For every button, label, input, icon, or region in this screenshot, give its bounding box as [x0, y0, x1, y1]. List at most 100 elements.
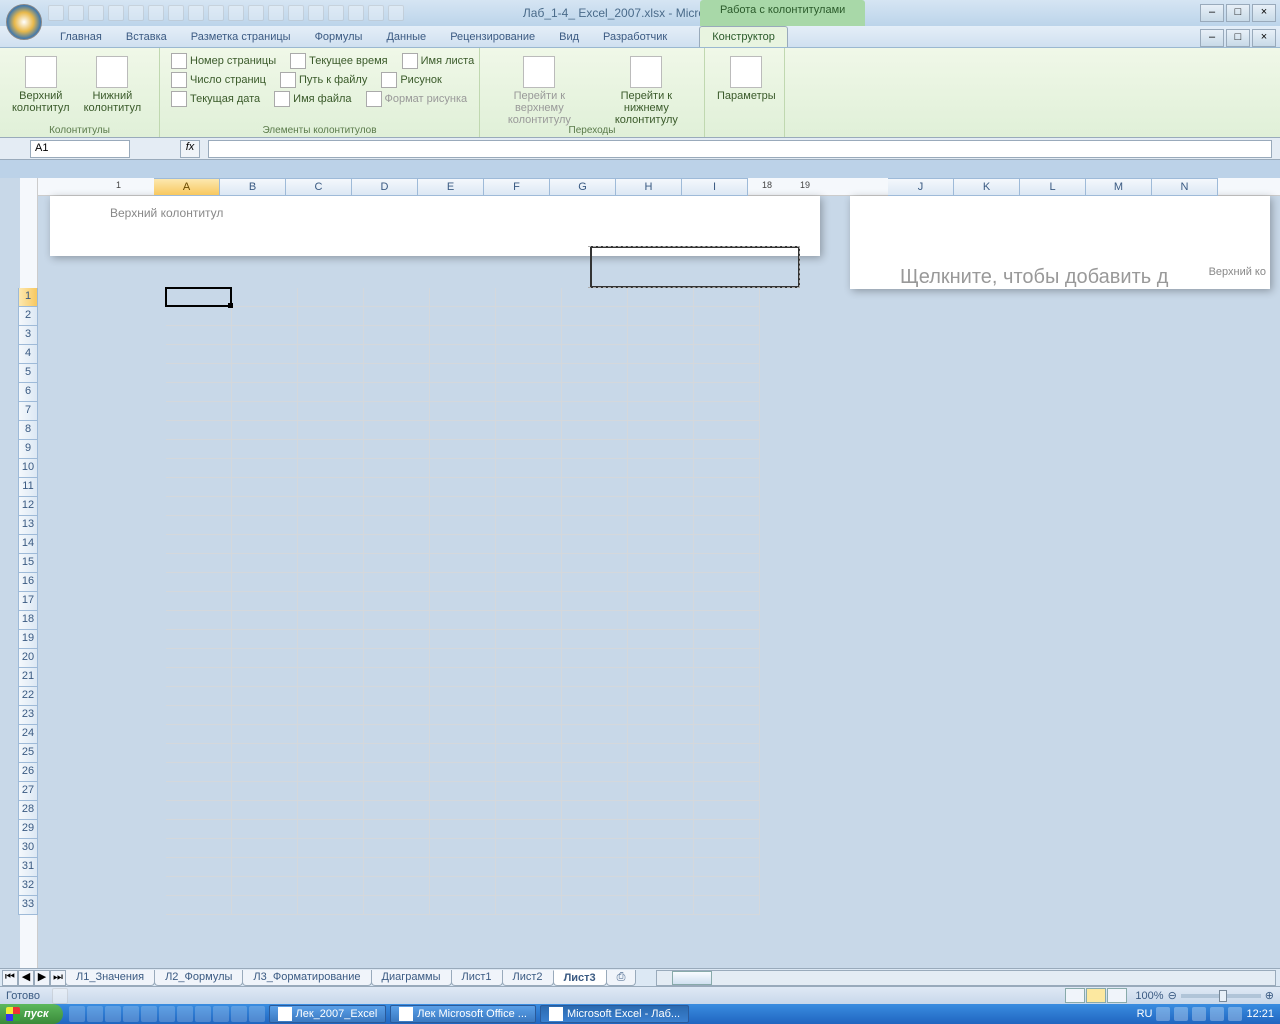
cell[interactable] [496, 478, 562, 497]
row-header-3[interactable]: 3 [18, 326, 38, 345]
cell[interactable] [562, 554, 628, 573]
cell[interactable] [364, 877, 430, 896]
cell[interactable] [166, 649, 232, 668]
cell[interactable] [496, 782, 562, 801]
cell[interactable] [694, 744, 760, 763]
cell[interactable] [166, 459, 232, 478]
qat-btn[interactable] [248, 5, 264, 21]
cell[interactable] [430, 896, 496, 915]
cell[interactable] [298, 497, 364, 516]
qat-btn[interactable] [328, 5, 344, 21]
qat-btn[interactable] [348, 5, 364, 21]
cell[interactable] [364, 573, 430, 592]
cell[interactable] [364, 630, 430, 649]
cell[interactable] [694, 782, 760, 801]
cell[interactable] [694, 478, 760, 497]
cell[interactable] [364, 478, 430, 497]
cell[interactable] [562, 782, 628, 801]
cell[interactable] [430, 706, 496, 725]
office-button[interactable] [6, 4, 42, 40]
cell[interactable] [430, 497, 496, 516]
tray-icon[interactable] [1210, 1007, 1224, 1021]
sheet-tab-Лист2[interactable]: Лист2 [502, 970, 554, 986]
cell[interactable] [628, 440, 694, 459]
cell[interactable] [430, 440, 496, 459]
cell[interactable] [430, 725, 496, 744]
qat-undo-icon[interactable] [68, 5, 84, 21]
cell[interactable] [298, 326, 364, 345]
column-header-E[interactable]: E [418, 178, 484, 196]
cell[interactable] [166, 573, 232, 592]
cell[interactable] [496, 649, 562, 668]
cell[interactable] [232, 820, 298, 839]
sheet-tab-Л3_Форматирование[interactable]: Л3_Форматирование [242, 970, 371, 986]
cell[interactable] [628, 497, 694, 516]
cell[interactable] [628, 820, 694, 839]
cell[interactable] [496, 402, 562, 421]
cell[interactable] [364, 345, 430, 364]
cell[interactable] [562, 326, 628, 345]
cell[interactable] [628, 402, 694, 421]
row-header-8[interactable]: 8 [18, 421, 38, 440]
cell[interactable] [298, 611, 364, 630]
cell[interactable] [628, 421, 694, 440]
row-header-32[interactable]: 32 [18, 877, 38, 896]
cell[interactable] [562, 592, 628, 611]
cell[interactable] [298, 383, 364, 402]
header-right-box[interactable] [588, 246, 800, 288]
cell[interactable] [298, 573, 364, 592]
row-header-15[interactable]: 15 [18, 554, 38, 573]
cell[interactable] [364, 858, 430, 877]
row-header-2[interactable]: 2 [18, 307, 38, 326]
cell[interactable] [364, 383, 430, 402]
cell[interactable] [562, 459, 628, 478]
cell[interactable] [562, 383, 628, 402]
cell[interactable] [562, 630, 628, 649]
row-header-9[interactable]: 9 [18, 440, 38, 459]
cell[interactable] [166, 516, 232, 535]
doc-close-button[interactable]: × [1252, 29, 1276, 47]
cell[interactable] [166, 668, 232, 687]
goto-footer-button[interactable]: Перейти к нижнему колонтитулу [595, 54, 698, 128]
cell[interactable] [298, 706, 364, 725]
cell[interactable] [562, 763, 628, 782]
cell[interactable] [298, 801, 364, 820]
cell[interactable] [430, 288, 496, 307]
cell[interactable] [496, 440, 562, 459]
cell[interactable] [232, 763, 298, 782]
cell[interactable] [430, 820, 496, 839]
cell[interactable] [232, 782, 298, 801]
click-to-add-data-label[interactable]: Щелкните, чтобы добавить д [850, 256, 1270, 289]
file-name-button[interactable]: Имя файла [271, 90, 354, 108]
cell[interactable] [166, 725, 232, 744]
cell[interactable] [430, 858, 496, 877]
column-header-J[interactable]: J [888, 178, 954, 196]
row-header-6[interactable]: 6 [18, 383, 38, 402]
row-header-5[interactable]: 5 [18, 364, 38, 383]
zoom-slider-thumb[interactable] [1219, 990, 1227, 1002]
row-header-27[interactable]: 27 [18, 782, 38, 801]
tab-nav-last[interactable]: ⏭ [50, 970, 66, 986]
row-header-17[interactable]: 17 [18, 592, 38, 611]
cell[interactable] [430, 877, 496, 896]
cell[interactable] [496, 345, 562, 364]
cell[interactable] [562, 478, 628, 497]
footer-button[interactable]: Нижний колонтитул [78, 54, 148, 116]
close-button[interactable]: × [1252, 4, 1276, 22]
cell[interactable] [430, 630, 496, 649]
row-header-19[interactable]: 19 [18, 630, 38, 649]
doc-minimize-button[interactable]: – [1200, 29, 1224, 47]
cell[interactable] [562, 839, 628, 858]
taskbar-item-active[interactable]: Microsoft Excel - Лаб... [540, 1005, 689, 1023]
cell[interactable] [364, 592, 430, 611]
column-header-H[interactable]: H [616, 178, 682, 196]
cell[interactable] [694, 421, 760, 440]
cell[interactable] [628, 288, 694, 307]
cell[interactable] [562, 706, 628, 725]
column-header-I[interactable]: I [682, 178, 748, 196]
sheet-tab-Лист1[interactable]: Лист1 [451, 970, 503, 986]
cell[interactable] [694, 687, 760, 706]
cell[interactable] [430, 592, 496, 611]
cell[interactable] [628, 858, 694, 877]
cell[interactable] [430, 668, 496, 687]
